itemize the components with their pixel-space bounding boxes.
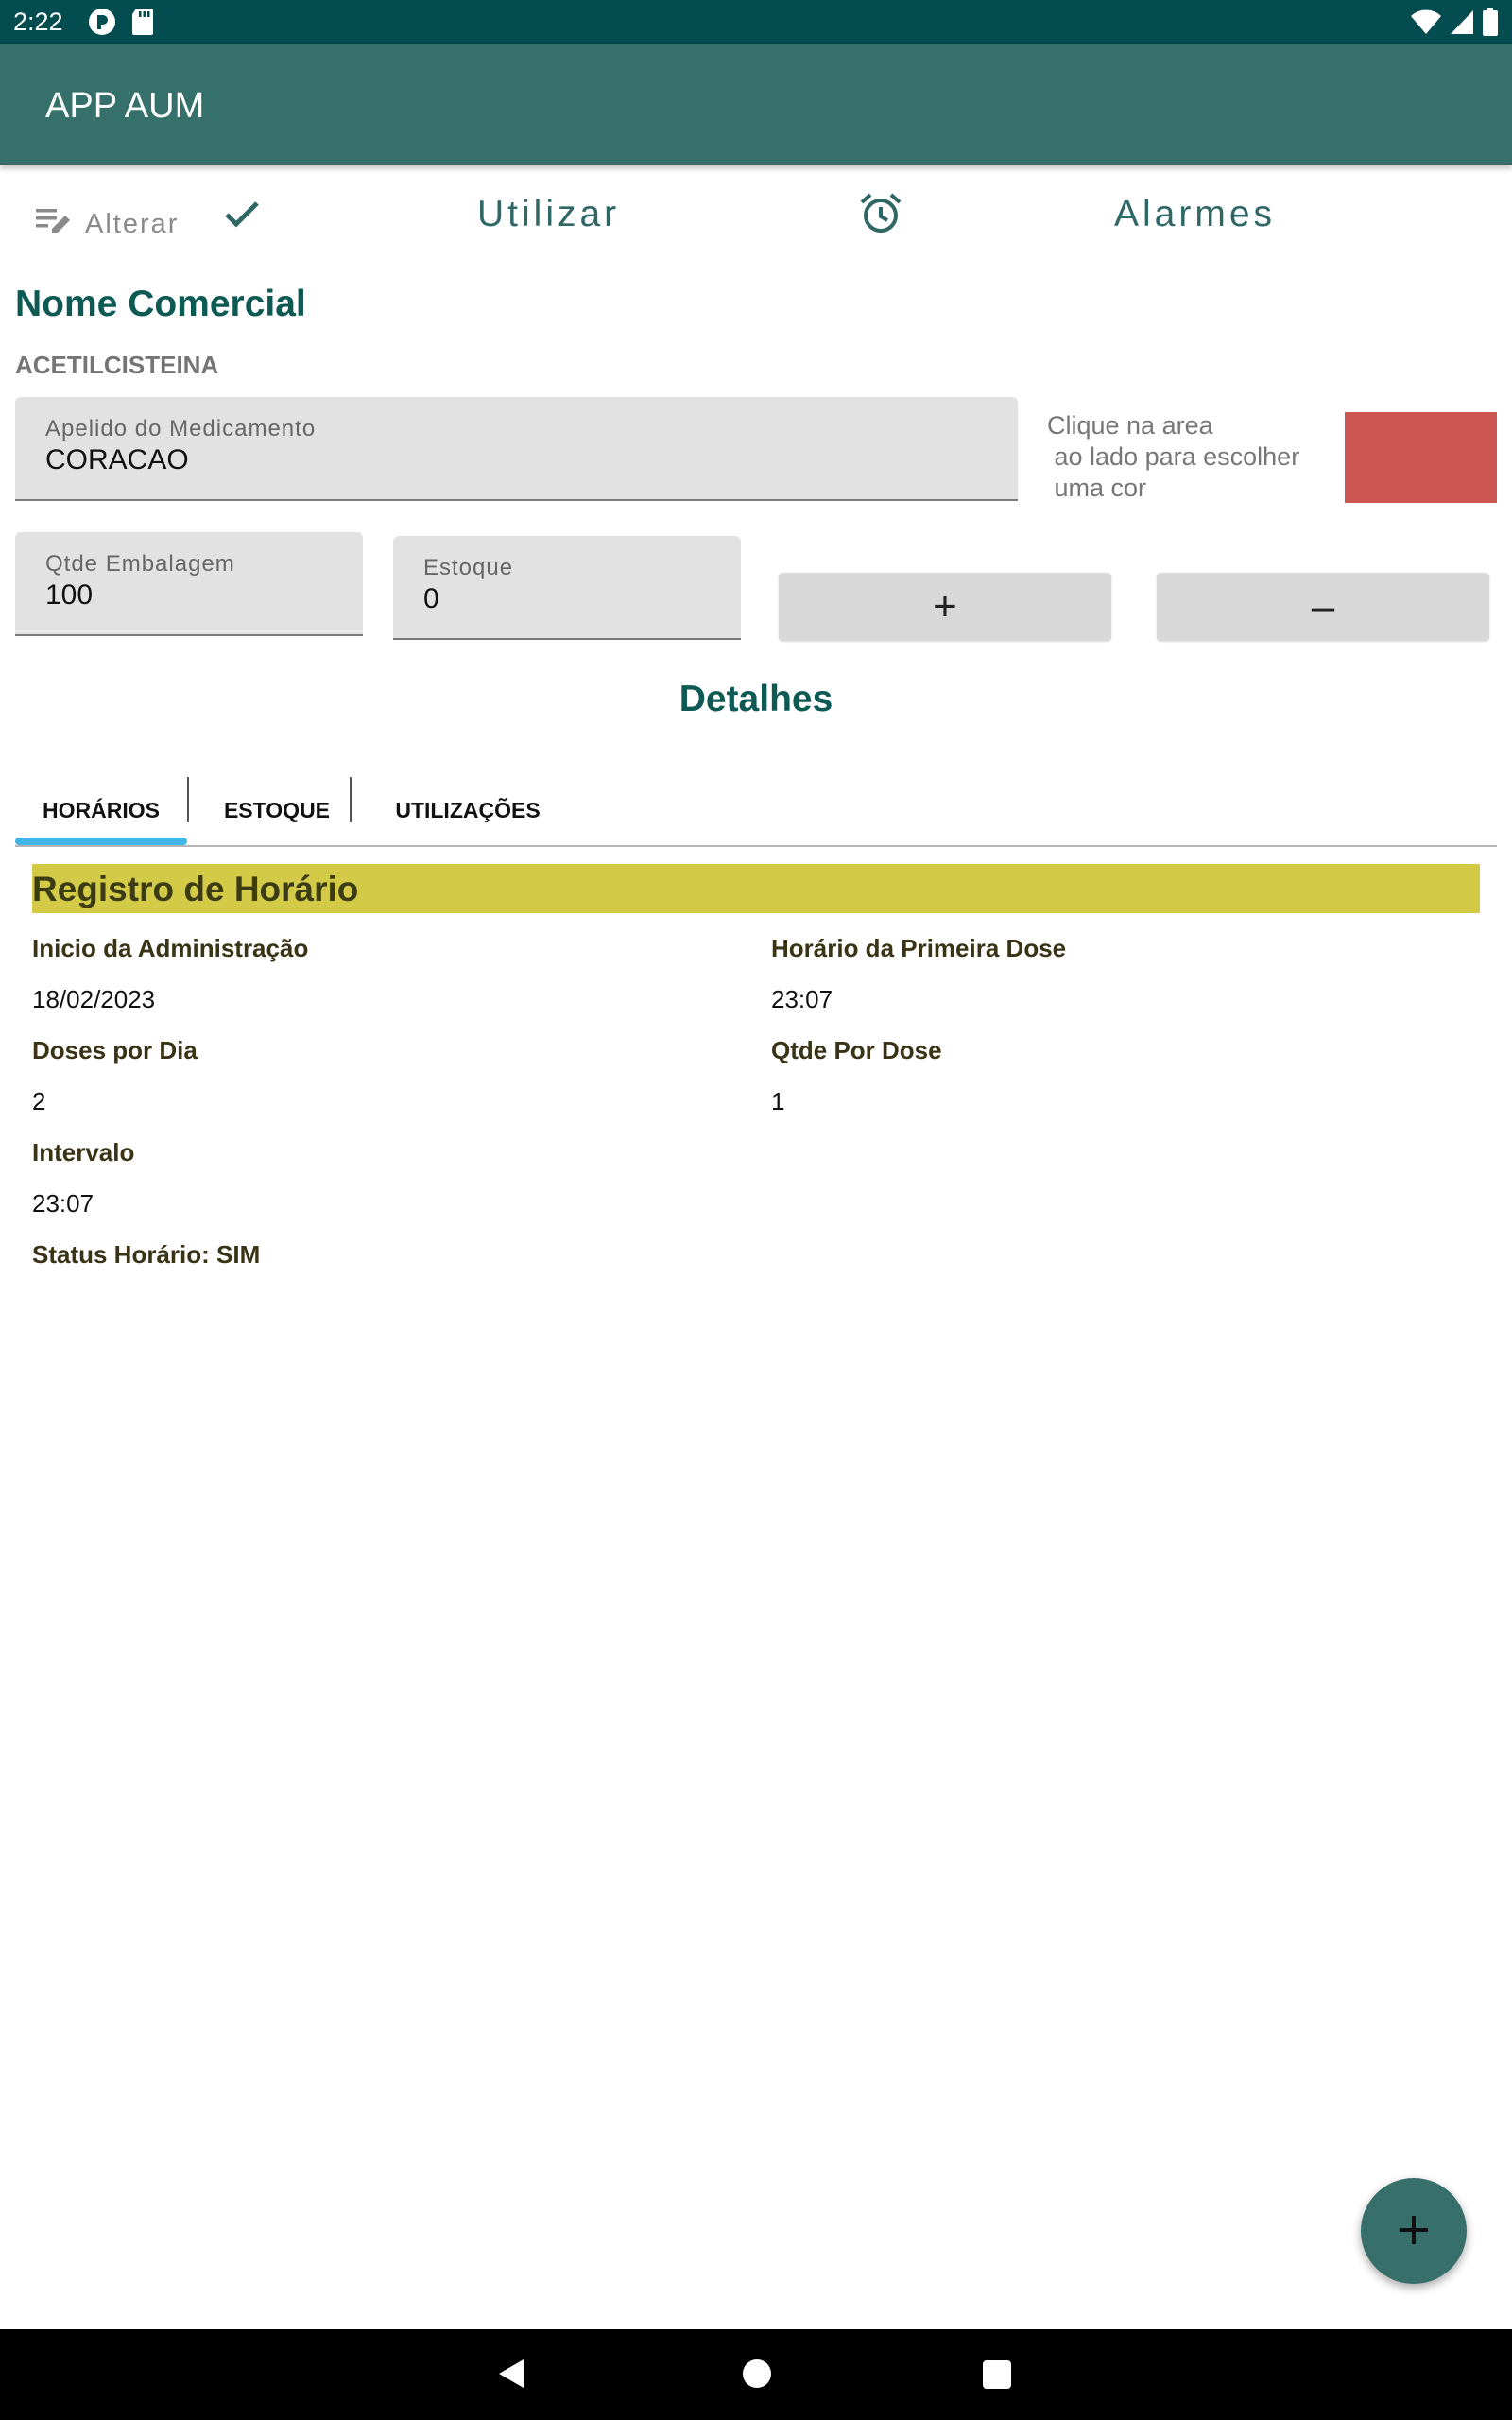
app-bar: APP AUM	[0, 44, 1512, 165]
package-quantity-value[interactable]: 100	[45, 579, 93, 612]
alarm-clock-icon[interactable]	[859, 192, 902, 240]
add-fab-button[interactable]	[1361, 2178, 1467, 2284]
qty-per-dose-label: Qtde Por Dose	[771, 1036, 942, 1064]
details-tabs: HORÁRIOS ESTOQUE UTILIZAÇÕES	[15, 775, 1497, 847]
sync-icon	[87, 7, 117, 42]
back-icon[interactable]	[497, 2358, 525, 2394]
app-title: APP AUM	[45, 86, 205, 126]
nickname-value[interactable]: CORACAO	[45, 444, 189, 476]
check-icon[interactable]	[223, 198, 261, 234]
schedule-status: Status Horário: SIM	[32, 1240, 261, 1269]
first-dose-label: Horário da Primeira Dose	[771, 934, 1067, 962]
tab-schedules[interactable]: HORÁRIOS	[15, 775, 187, 845]
battery-icon	[1482, 8, 1499, 41]
start-date-value: 18/02/2023	[32, 985, 156, 1013]
action-toolbar: Alterar Utilizar Alarmes	[0, 165, 1512, 269]
commercial-name: ACETILCISTEINA	[15, 351, 219, 379]
edit-button-label: Alterar	[85, 208, 180, 239]
increment-button[interactable]: +	[779, 573, 1111, 641]
recents-icon[interactable]	[983, 2360, 1011, 2389]
edit-button[interactable]: Alterar	[34, 203, 179, 245]
tab-usages[interactable]: UTILIZAÇÕES	[367, 775, 569, 845]
tab-indicator	[15, 838, 187, 845]
schedule-record-header: Registro de Horário	[32, 864, 1480, 913]
color-hint: Clique na area ao lado para escolher uma…	[1047, 411, 1300, 502]
qty-per-dose-value: 1	[771, 1087, 785, 1115]
plus-icon	[1398, 2214, 1430, 2249]
home-icon[interactable]	[743, 2360, 771, 2388]
tab-divider	[350, 777, 352, 822]
start-date-label: Inicio da Administração	[32, 934, 309, 962]
interval-value: 23:07	[32, 1189, 94, 1218]
nickname-field[interactable]: Apelido do Medicamento CORACAO	[15, 397, 1018, 501]
sd-card-icon	[130, 7, 155, 42]
section-title: Nome Comercial	[15, 284, 306, 324]
alarms-button[interactable]: Alarmes	[1114, 194, 1276, 235]
edit-note-icon	[34, 203, 74, 245]
doses-per-day-value: 2	[32, 1087, 46, 1115]
details-title: Detalhes	[679, 679, 833, 719]
package-quantity-label: Qtde Embalagem	[45, 551, 235, 577]
package-quantity-field[interactable]: Qtde Embalagem 100	[15, 532, 363, 636]
wifi-icon	[1410, 9, 1442, 40]
tab-stock[interactable]: ESTOQUE	[189, 775, 365, 845]
doses-per-day-label: Doses por Dia	[32, 1036, 198, 1064]
use-button[interactable]: Utilizar	[477, 194, 620, 235]
color-picker-swatch[interactable]	[1345, 412, 1497, 503]
status-bar: 2:22	[0, 0, 1512, 44]
signal-icon	[1450, 9, 1474, 40]
nickname-label: Apelido do Medicamento	[45, 416, 317, 441]
stock-field[interactable]: Estoque 0	[393, 536, 741, 640]
status-time: 2:22	[13, 8, 63, 36]
interval-label: Intervalo	[32, 1138, 135, 1167]
decrement-button[interactable]: –	[1157, 573, 1489, 641]
stock-value[interactable]: 0	[423, 583, 439, 615]
first-dose-value: 23:07	[771, 985, 833, 1013]
stock-label: Estoque	[423, 555, 514, 580]
system-nav-bar	[0, 2329, 1512, 2420]
